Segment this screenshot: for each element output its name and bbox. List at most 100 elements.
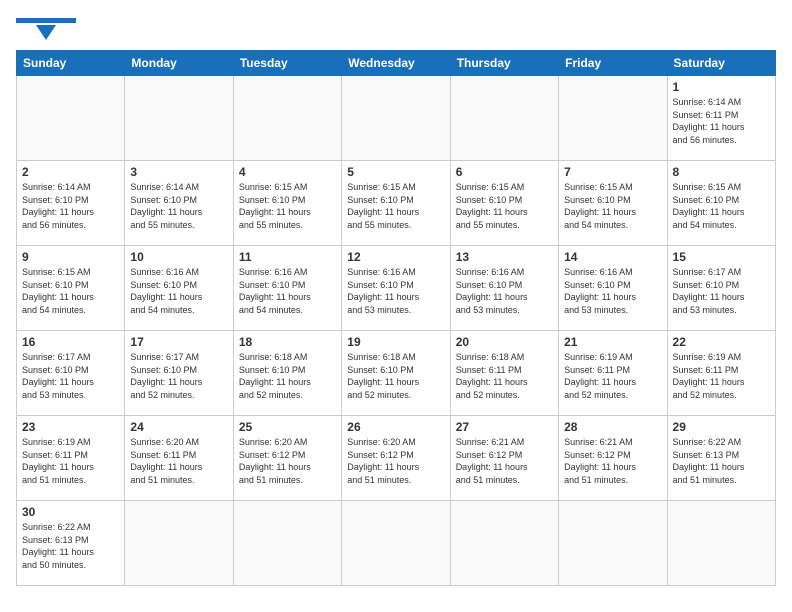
day-of-week-friday: Friday xyxy=(559,51,667,76)
day-number: 14 xyxy=(564,250,661,264)
day-of-week-tuesday: Tuesday xyxy=(233,51,341,76)
calendar-week-row: 30 Sunrise: 6:22 AM Sunset: 6:13 PM Dayli… xyxy=(17,501,776,586)
calendar-cell: 13Sunrise: 6:16 AM Sunset: 6:10 PM Dayli… xyxy=(450,246,558,331)
day-number: 3 xyxy=(130,165,227,179)
day-number: 30 xyxy=(22,505,119,519)
logo-icon xyxy=(16,18,76,40)
calendar-cell xyxy=(450,76,558,161)
day-info: Sunrise: 6:16 AM Sunset: 6:10 PM Dayligh… xyxy=(564,266,661,316)
calendar-cell xyxy=(125,501,233,586)
day-info: Sunrise: 6:17 AM Sunset: 6:10 PM Dayligh… xyxy=(130,351,227,401)
day-number: 25 xyxy=(239,420,336,434)
day-number: 10 xyxy=(130,250,227,264)
day-number: 8 xyxy=(673,165,770,179)
day-number: 19 xyxy=(347,335,444,349)
day-info: Sunrise: 6:17 AM Sunset: 6:10 PM Dayligh… xyxy=(673,266,770,316)
page-header xyxy=(16,16,776,40)
calendar-cell: 29Sunrise: 6:22 AM Sunset: 6:13 PM Dayli… xyxy=(667,416,775,501)
day-info: Sunrise: 6:21 AM Sunset: 6:12 PM Dayligh… xyxy=(564,436,661,486)
day-number: 7 xyxy=(564,165,661,179)
day-number: 16 xyxy=(22,335,119,349)
calendar-cell: 17 Sunrise: 6:17 AM Sunset: 6:10 PM Dayli… xyxy=(125,331,233,416)
calendar-cell: 24 Sunrise: 6:20 AM Sunset: 6:11 PM Dayli… xyxy=(125,416,233,501)
day-number: 11 xyxy=(239,250,336,264)
day-number: 13 xyxy=(456,250,553,264)
day-number: 27 xyxy=(456,420,553,434)
calendar-cell: 6 Sunrise: 6:15 AM Sunset: 6:10 PM Daylig… xyxy=(450,161,558,246)
calendar-week-row: 1Sunrise: 6:14 AM Sunset: 6:11 PM Daylig… xyxy=(17,76,776,161)
calendar-cell: 1Sunrise: 6:14 AM Sunset: 6:11 PM Daylig… xyxy=(667,76,775,161)
day-number: 26 xyxy=(347,420,444,434)
day-number: 15 xyxy=(673,250,770,264)
day-info: Sunrise: 6:14 AM Sunset: 6:10 PM Dayligh… xyxy=(22,181,119,231)
day-number: 2 xyxy=(22,165,119,179)
calendar-week-row: 16 Sunrise: 6:17 AM Sunset: 6:10 PM Dayli… xyxy=(17,331,776,416)
day-info: Sunrise: 6:15 AM Sunset: 6:10 PM Dayligh… xyxy=(22,266,119,316)
day-info: Sunrise: 6:15 AM Sunset: 6:10 PM Dayligh… xyxy=(456,181,553,231)
day-number: 20 xyxy=(456,335,553,349)
calendar-cell: 19 Sunrise: 6:18 AM Sunset: 6:10 PM Dayli… xyxy=(342,331,450,416)
day-info: Sunrise: 6:20 AM Sunset: 6:12 PM Dayligh… xyxy=(347,436,444,486)
day-info: Sunrise: 6:22 AM Sunset: 6:13 PM Dayligh… xyxy=(673,436,770,486)
calendar-cell: 26 Sunrise: 6:20 AM Sunset: 6:12 PM Dayli… xyxy=(342,416,450,501)
calendar-cell: 9 Sunrise: 6:15 AM Sunset: 6:10 PM Daylig… xyxy=(17,246,125,331)
day-info: Sunrise: 6:15 AM Sunset: 6:10 PM Dayligh… xyxy=(347,181,444,231)
day-info: Sunrise: 6:15 AM Sunset: 6:10 PM Dayligh… xyxy=(239,181,336,231)
calendar-cell: 25 Sunrise: 6:20 AM Sunset: 6:12 PM Dayli… xyxy=(233,416,341,501)
day-number: 21 xyxy=(564,335,661,349)
calendar-cell xyxy=(125,76,233,161)
calendar-header-row: SundayMondayTuesdayWednesdayThursdayFrid… xyxy=(17,51,776,76)
calendar-cell: 15 Sunrise: 6:17 AM Sunset: 6:10 PM Dayli… xyxy=(667,246,775,331)
day-number: 24 xyxy=(130,420,227,434)
day-info: Sunrise: 6:17 AM Sunset: 6:10 PM Dayligh… xyxy=(22,351,119,401)
day-info: Sunrise: 6:16 AM Sunset: 6:10 PM Dayligh… xyxy=(239,266,336,316)
calendar-cell: 8 Sunrise: 6:15 AM Sunset: 6:10 PM Daylig… xyxy=(667,161,775,246)
calendar-cell xyxy=(17,76,125,161)
calendar-cell xyxy=(342,76,450,161)
day-of-week-wednesday: Wednesday xyxy=(342,51,450,76)
day-number: 17 xyxy=(130,335,227,349)
day-info: Sunrise: 6:15 AM Sunset: 6:10 PM Dayligh… xyxy=(673,181,770,231)
day-info: Sunrise: 6:18 AM Sunset: 6:10 PM Dayligh… xyxy=(347,351,444,401)
day-info: Sunrise: 6:18 AM Sunset: 6:11 PM Dayligh… xyxy=(456,351,553,401)
day-info: Sunrise: 6:19 AM Sunset: 6:11 PM Dayligh… xyxy=(673,351,770,401)
calendar-cell: 28 Sunrise: 6:21 AM Sunset: 6:12 PM Dayli… xyxy=(559,416,667,501)
calendar-week-row: 9 Sunrise: 6:15 AM Sunset: 6:10 PM Daylig… xyxy=(17,246,776,331)
day-number: 18 xyxy=(239,335,336,349)
calendar-cell xyxy=(450,501,558,586)
calendar-cell: 18Sunrise: 6:18 AM Sunset: 6:10 PM Dayli… xyxy=(233,331,341,416)
day-number: 28 xyxy=(564,420,661,434)
day-number: 6 xyxy=(456,165,553,179)
day-number: 5 xyxy=(347,165,444,179)
calendar-week-row: 23Sunrise: 6:19 AM Sunset: 6:11 PM Dayli… xyxy=(17,416,776,501)
calendar-cell: 12Sunrise: 6:16 AM Sunset: 6:10 PM Dayli… xyxy=(342,246,450,331)
calendar-cell: 20 Sunrise: 6:18 AM Sunset: 6:11 PM Dayli… xyxy=(450,331,558,416)
day-number: 9 xyxy=(22,250,119,264)
calendar-cell: 4 Sunrise: 6:15 AM Sunset: 6:10 PM Daylig… xyxy=(233,161,341,246)
calendar-cell: 30 Sunrise: 6:22 AM Sunset: 6:13 PM Dayli… xyxy=(17,501,125,586)
calendar-cell xyxy=(559,501,667,586)
day-number: 22 xyxy=(673,335,770,349)
calendar-cell: 21 Sunrise: 6:19 AM Sunset: 6:11 PM Dayli… xyxy=(559,331,667,416)
day-info: Sunrise: 6:22 AM Sunset: 6:13 PM Dayligh… xyxy=(22,521,119,571)
calendar-cell: 11 Sunrise: 6:16 AM Sunset: 6:10 PM Dayli… xyxy=(233,246,341,331)
logo xyxy=(16,16,76,40)
day-of-week-thursday: Thursday xyxy=(450,51,558,76)
calendar-cell: 2 Sunrise: 6:14 AM Sunset: 6:10 PM Daylig… xyxy=(17,161,125,246)
calendar-cell: 27Sunrise: 6:21 AM Sunset: 6:12 PM Dayli… xyxy=(450,416,558,501)
day-number: 23 xyxy=(22,420,119,434)
day-info: Sunrise: 6:19 AM Sunset: 6:11 PM Dayligh… xyxy=(564,351,661,401)
day-of-week-monday: Monday xyxy=(125,51,233,76)
day-number: 4 xyxy=(239,165,336,179)
day-info: Sunrise: 6:14 AM Sunset: 6:10 PM Dayligh… xyxy=(130,181,227,231)
day-info: Sunrise: 6:20 AM Sunset: 6:11 PM Dayligh… xyxy=(130,436,227,486)
day-of-week-sunday: Sunday xyxy=(17,51,125,76)
calendar-cell: 16 Sunrise: 6:17 AM Sunset: 6:10 PM Dayli… xyxy=(17,331,125,416)
calendar-cell: 7Sunrise: 6:15 AM Sunset: 6:10 PM Daylig… xyxy=(559,161,667,246)
calendar-cell: 14 Sunrise: 6:16 AM Sunset: 6:10 PM Dayli… xyxy=(559,246,667,331)
day-info: Sunrise: 6:14 AM Sunset: 6:11 PM Dayligh… xyxy=(673,96,770,146)
day-info: Sunrise: 6:20 AM Sunset: 6:12 PM Dayligh… xyxy=(239,436,336,486)
calendar-cell xyxy=(233,76,341,161)
calendar-cell: 3 Sunrise: 6:14 AM Sunset: 6:10 PM Daylig… xyxy=(125,161,233,246)
logo-text-group xyxy=(16,16,76,40)
